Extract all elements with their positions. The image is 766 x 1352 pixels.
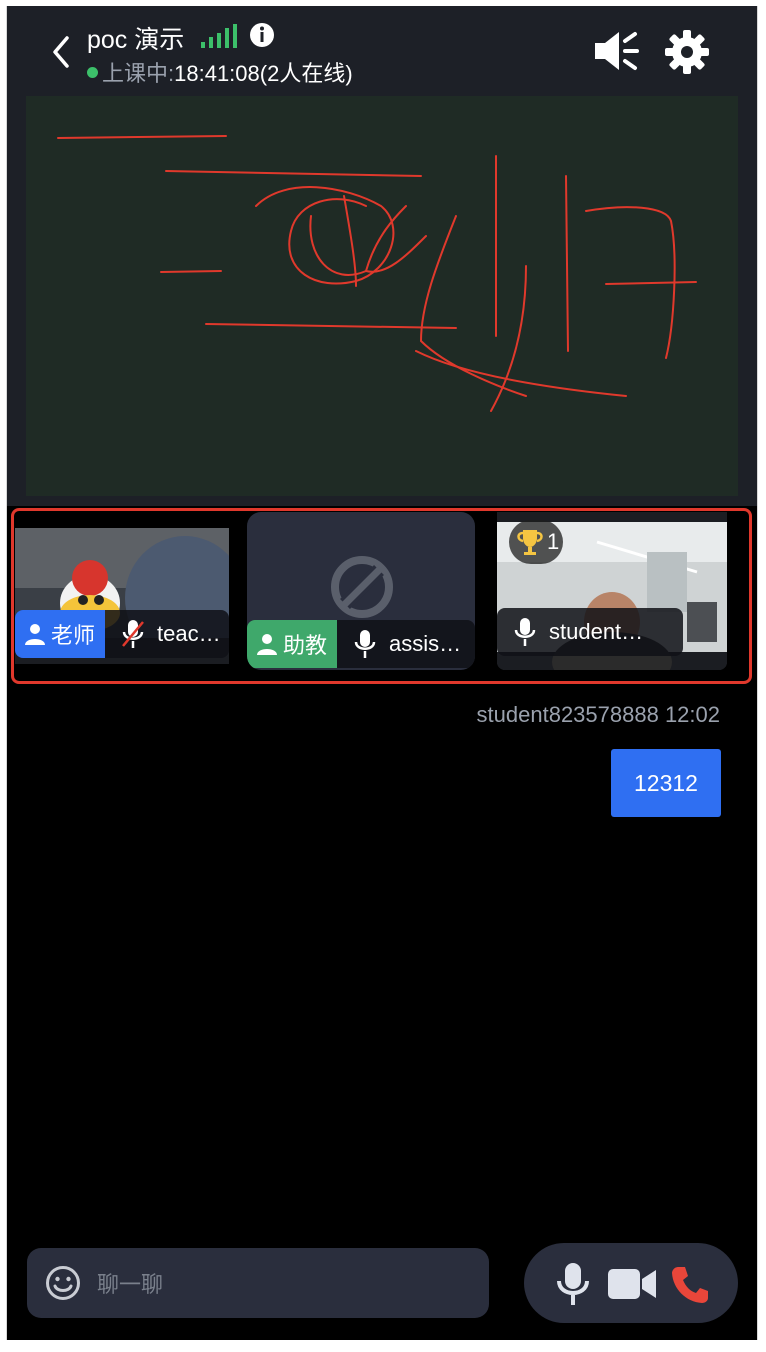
video-tile-teacher[interactable]: 老师 teac… xyxy=(15,528,229,664)
app-screen: poc 演示 上课中: 18:41:08(2人在线) 老师 teac… 助教 a… xyxy=(6,6,758,1340)
back-arrow-icon[interactable] xyxy=(47,32,77,72)
mic-icon[interactable] xyxy=(353,629,377,659)
whiteboard-drawing xyxy=(57,135,697,412)
teacher-name: teac… xyxy=(157,621,221,646)
mic-muted-icon[interactable] xyxy=(121,619,145,649)
class-title: poc 演示 xyxy=(87,26,185,54)
microphone-icon[interactable] xyxy=(556,1261,590,1307)
assistant-name: assis… xyxy=(389,631,462,656)
trophy-icon xyxy=(517,530,543,555)
chat-input[interactable]: 聊一聊 xyxy=(27,1248,489,1318)
mic-icon[interactable] xyxy=(513,617,537,647)
status-label: 上课中: xyxy=(102,61,175,86)
camera-off-icon xyxy=(331,556,393,618)
chat-message-bubble: 12312 xyxy=(611,749,721,817)
video-tile-student[interactable]: 1 student… xyxy=(497,512,727,670)
trophy-count: 1 xyxy=(547,529,560,554)
student-name: student… xyxy=(549,619,644,644)
online-dot-icon xyxy=(87,66,98,78)
media-controls xyxy=(524,1243,738,1323)
speaker-icon[interactable] xyxy=(593,30,641,72)
trophy-badge: 1 xyxy=(509,520,563,564)
person-icon xyxy=(257,634,277,655)
class-status: 上课中: 18:41:08(2人在线) xyxy=(87,56,353,88)
assistant-nameplate: 助教 assis… xyxy=(247,620,475,668)
status-time: 18:41:08(2人在线) xyxy=(174,61,353,86)
role-badge: 助教 xyxy=(247,620,338,668)
chat-placeholder: 聊一聊 xyxy=(97,1272,164,1297)
role-badge: 老师 xyxy=(15,610,106,658)
video-camera-icon[interactable] xyxy=(608,1267,656,1301)
person-icon xyxy=(25,624,45,645)
teacher-nameplate: 老师 teac… xyxy=(15,610,229,658)
student-nameplate: student… xyxy=(497,608,683,656)
emoji-icon[interactable] xyxy=(45,1265,81,1301)
info-icon[interactable] xyxy=(249,22,275,48)
hang-up-phone-icon[interactable] xyxy=(670,1265,710,1305)
signal-strength-icon xyxy=(201,24,237,48)
class-header: poc 演示 上课中: 18:41:08(2人在线) xyxy=(7,6,757,96)
message-sender-time: student823578888 12:02 xyxy=(476,702,720,727)
video-tile-assistant[interactable]: 助教 assis… xyxy=(247,512,475,670)
settings-gear-icon[interactable] xyxy=(663,28,711,76)
whiteboard[interactable] xyxy=(26,96,738,496)
